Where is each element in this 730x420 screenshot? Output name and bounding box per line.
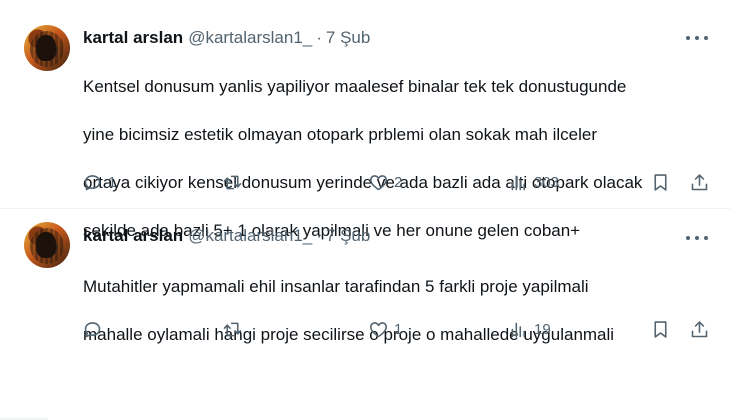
reply-count: 1: [108, 173, 117, 191]
view-count: 303: [534, 173, 560, 191]
tweet-header: kartal arslan @kartalarslan1_ · 7 Şub: [83, 226, 370, 246]
bookmark-button[interactable]: [650, 170, 671, 194]
tweet-text-line: Kentsel donusum yanlis yapiliyor maalese…: [83, 77, 627, 96]
views-button[interactable]: 303: [508, 170, 559, 194]
tweet-actions: 1 2 303: [0, 170, 730, 194]
reply-button[interactable]: 1: [82, 170, 116, 194]
tweet-time[interactable]: 7 Şub: [326, 226, 370, 246]
view-count: 19: [534, 320, 551, 338]
bookmark-icon: [654, 320, 667, 338]
tweet-header: kartal arslan @kartalarslan1_ · 7 Şub: [83, 28, 370, 48]
retweet-icon: [223, 175, 242, 189]
heart-icon: [370, 321, 387, 337]
retweet-button[interactable]: [222, 170, 248, 194]
more-dots-icon[interactable]: [686, 234, 708, 242]
more-dots-icon[interactable]: [686, 34, 708, 42]
retweet-icon: [223, 322, 242, 336]
avatar[interactable]: [24, 222, 70, 268]
reply-icon: [84, 321, 101, 337]
header-separator: ·: [316, 226, 322, 245]
like-button[interactable]: 2: [368, 170, 402, 194]
share-button[interactable]: [689, 317, 710, 341]
author-handle[interactable]: @kartalarslan1_: [188, 226, 312, 246]
avatar[interactable]: [24, 25, 70, 71]
retweet-button[interactable]: [222, 317, 248, 341]
tweet-text-line: yine bicimsiz estetik olmayan otopark pr…: [83, 125, 597, 144]
bookmark-icon: [654, 173, 667, 191]
reply-icon: [84, 174, 101, 190]
author-name[interactable]: kartal arslan: [83, 28, 183, 48]
views-button[interactable]: 19: [508, 317, 551, 341]
share-icon: [691, 320, 708, 337]
author-name[interactable]: kartal arslan: [83, 226, 183, 246]
like-count: 2: [394, 173, 403, 191]
tweet-actions: 1 19: [0, 317, 730, 341]
tweet-text: Mutahitler yapmamali ehil insanlar taraf…: [83, 251, 713, 371]
share-icon: [691, 173, 708, 190]
tweet-text-line: Mutahitler yapmamali ehil insanlar taraf…: [83, 277, 589, 296]
reply-button[interactable]: [82, 317, 108, 341]
tweet[interactable]: kartal arslan @kartalarslan1_ · 7 Şub Ke…: [0, 0, 730, 240]
tweet-time[interactable]: 7 Şub: [326, 28, 370, 48]
heart-icon: [370, 174, 387, 190]
like-count: 1: [394, 320, 403, 338]
tweet[interactable]: kartal arslan @kartalarslan1_ · 7 Şub Mu…: [0, 209, 730, 359]
author-handle[interactable]: @kartalarslan1_: [188, 28, 312, 48]
like-button[interactable]: 1: [368, 317, 402, 341]
header-separator: ·: [316, 28, 322, 47]
bookmark-button[interactable]: [650, 317, 671, 341]
views-icon: [511, 322, 525, 337]
views-icon: [511, 175, 525, 190]
share-button[interactable]: [689, 170, 710, 194]
